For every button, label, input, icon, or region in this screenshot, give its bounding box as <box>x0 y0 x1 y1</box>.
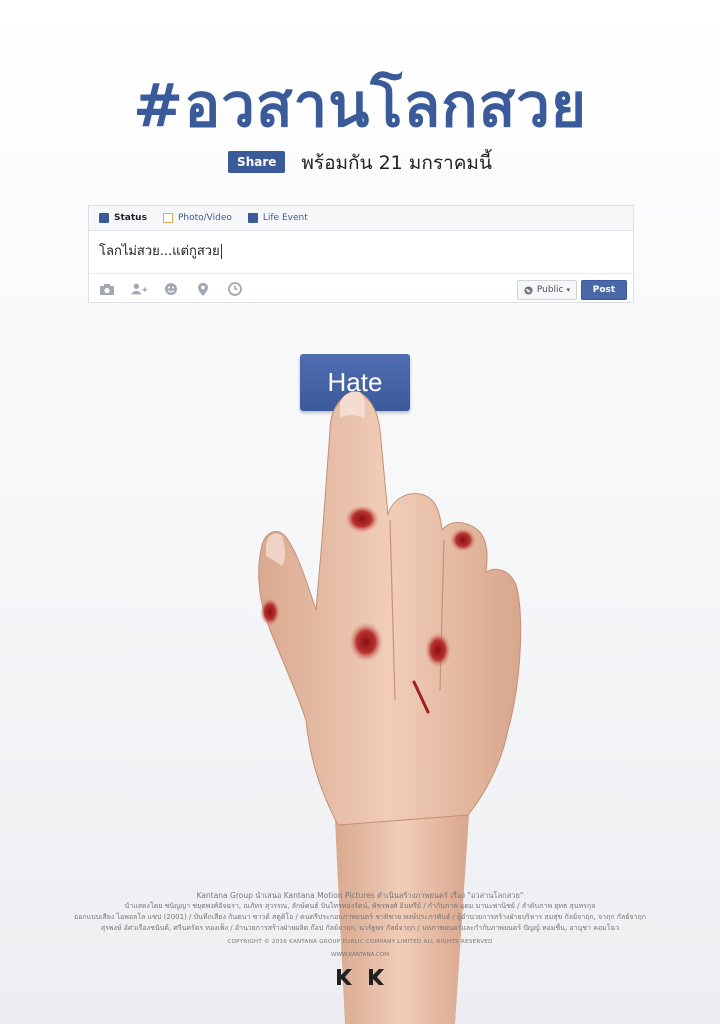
composer-toolbar: Public ▾ Post <box>89 274 633 304</box>
credits-line-2: นำแสดงโดย ชนิญญา ชยุตพงศ์อัจฉรา, ณภัทร ส… <box>124 902 596 910</box>
tab-photo-video-label: Photo/Video <box>177 213 232 223</box>
photo-icon <box>162 213 173 223</box>
credits-line-4: สุรพงษ์ อัศวเรืองชนันต์, ศรีนครัตร ทองเพ… <box>100 924 620 932</box>
smiley-icon[interactable] <box>163 281 179 297</box>
tag-person-icon[interactable] <box>131 281 147 297</box>
share-button[interactable]: Share <box>228 150 286 173</box>
flag-icon <box>247 213 258 223</box>
tab-status-label: Status <box>114 213 147 223</box>
copyright-text: COPYRIGHT © 2016 KANTANA GROUP PUBLIC CO… <box>227 939 493 945</box>
knuckle-wound-5 <box>260 598 280 626</box>
status-input[interactable]: โลกไม่สวย...แต่กูสวย <box>89 231 633 274</box>
website-text: WWW.KANTANA.COM <box>331 952 389 958</box>
location-icon[interactable] <box>195 281 211 297</box>
hate-button[interactable]: Hate <box>300 354 410 411</box>
knuckle-wound-1 <box>345 505 379 533</box>
privacy-label: Public <box>536 285 564 295</box>
camera-icon[interactable] <box>99 281 115 297</box>
tab-status[interactable]: Status <box>99 213 147 223</box>
knuckle-wound-2 <box>450 528 476 552</box>
status-composer: Status Photo/Video Life Event โลกไม่สวย.… <box>88 205 634 303</box>
knuckle-wound-3 <box>349 622 383 662</box>
globe-icon <box>524 285 533 295</box>
clock-icon[interactable] <box>227 281 243 297</box>
release-line: Share พร้อมกัน 21 มกราคมนี้ <box>0 148 720 178</box>
credits-line-1: Kantana Group นำเสนอ Kantana Motion Pict… <box>196 891 524 900</box>
composer-tabs: Status Photo/Video Life Event <box>89 206 633 231</box>
hand-shape <box>258 391 522 826</box>
poster-title: #อวสานโลกสวย <box>132 71 588 141</box>
pencil-icon <box>99 213 109 223</box>
thumb-nail <box>266 533 285 566</box>
tab-life-event[interactable]: Life Event <box>247 213 308 223</box>
privacy-selector[interactable]: Public ▾ <box>516 280 577 300</box>
poster-credits: Kantana Group นำเสนอ Kantana Motion Pict… <box>40 890 680 961</box>
knuckle-wound-4 <box>425 632 451 668</box>
studio-logos <box>334 968 386 986</box>
chevron-down-icon: ▾ <box>566 286 570 294</box>
status-input-text: โลกไม่สวย...แต่กูสวย <box>99 244 220 259</box>
cut-wound <box>412 680 430 714</box>
tab-photo-video[interactable]: Photo/Video <box>162 213 232 223</box>
release-date-text: พร้อมกัน 21 มกราคมนี้ <box>301 152 492 174</box>
tab-life-event-label: Life Event <box>262 213 308 223</box>
credits-line-3: ออกแบบเสียง ไอพอลโล แซป (2001) / บันทึกเ… <box>74 913 646 921</box>
post-button[interactable]: Post <box>581 280 627 300</box>
kantana-motion-pictures-logo-icon <box>369 969 384 985</box>
kantana-logo-icon <box>337 969 352 985</box>
text-caret <box>220 244 222 259</box>
